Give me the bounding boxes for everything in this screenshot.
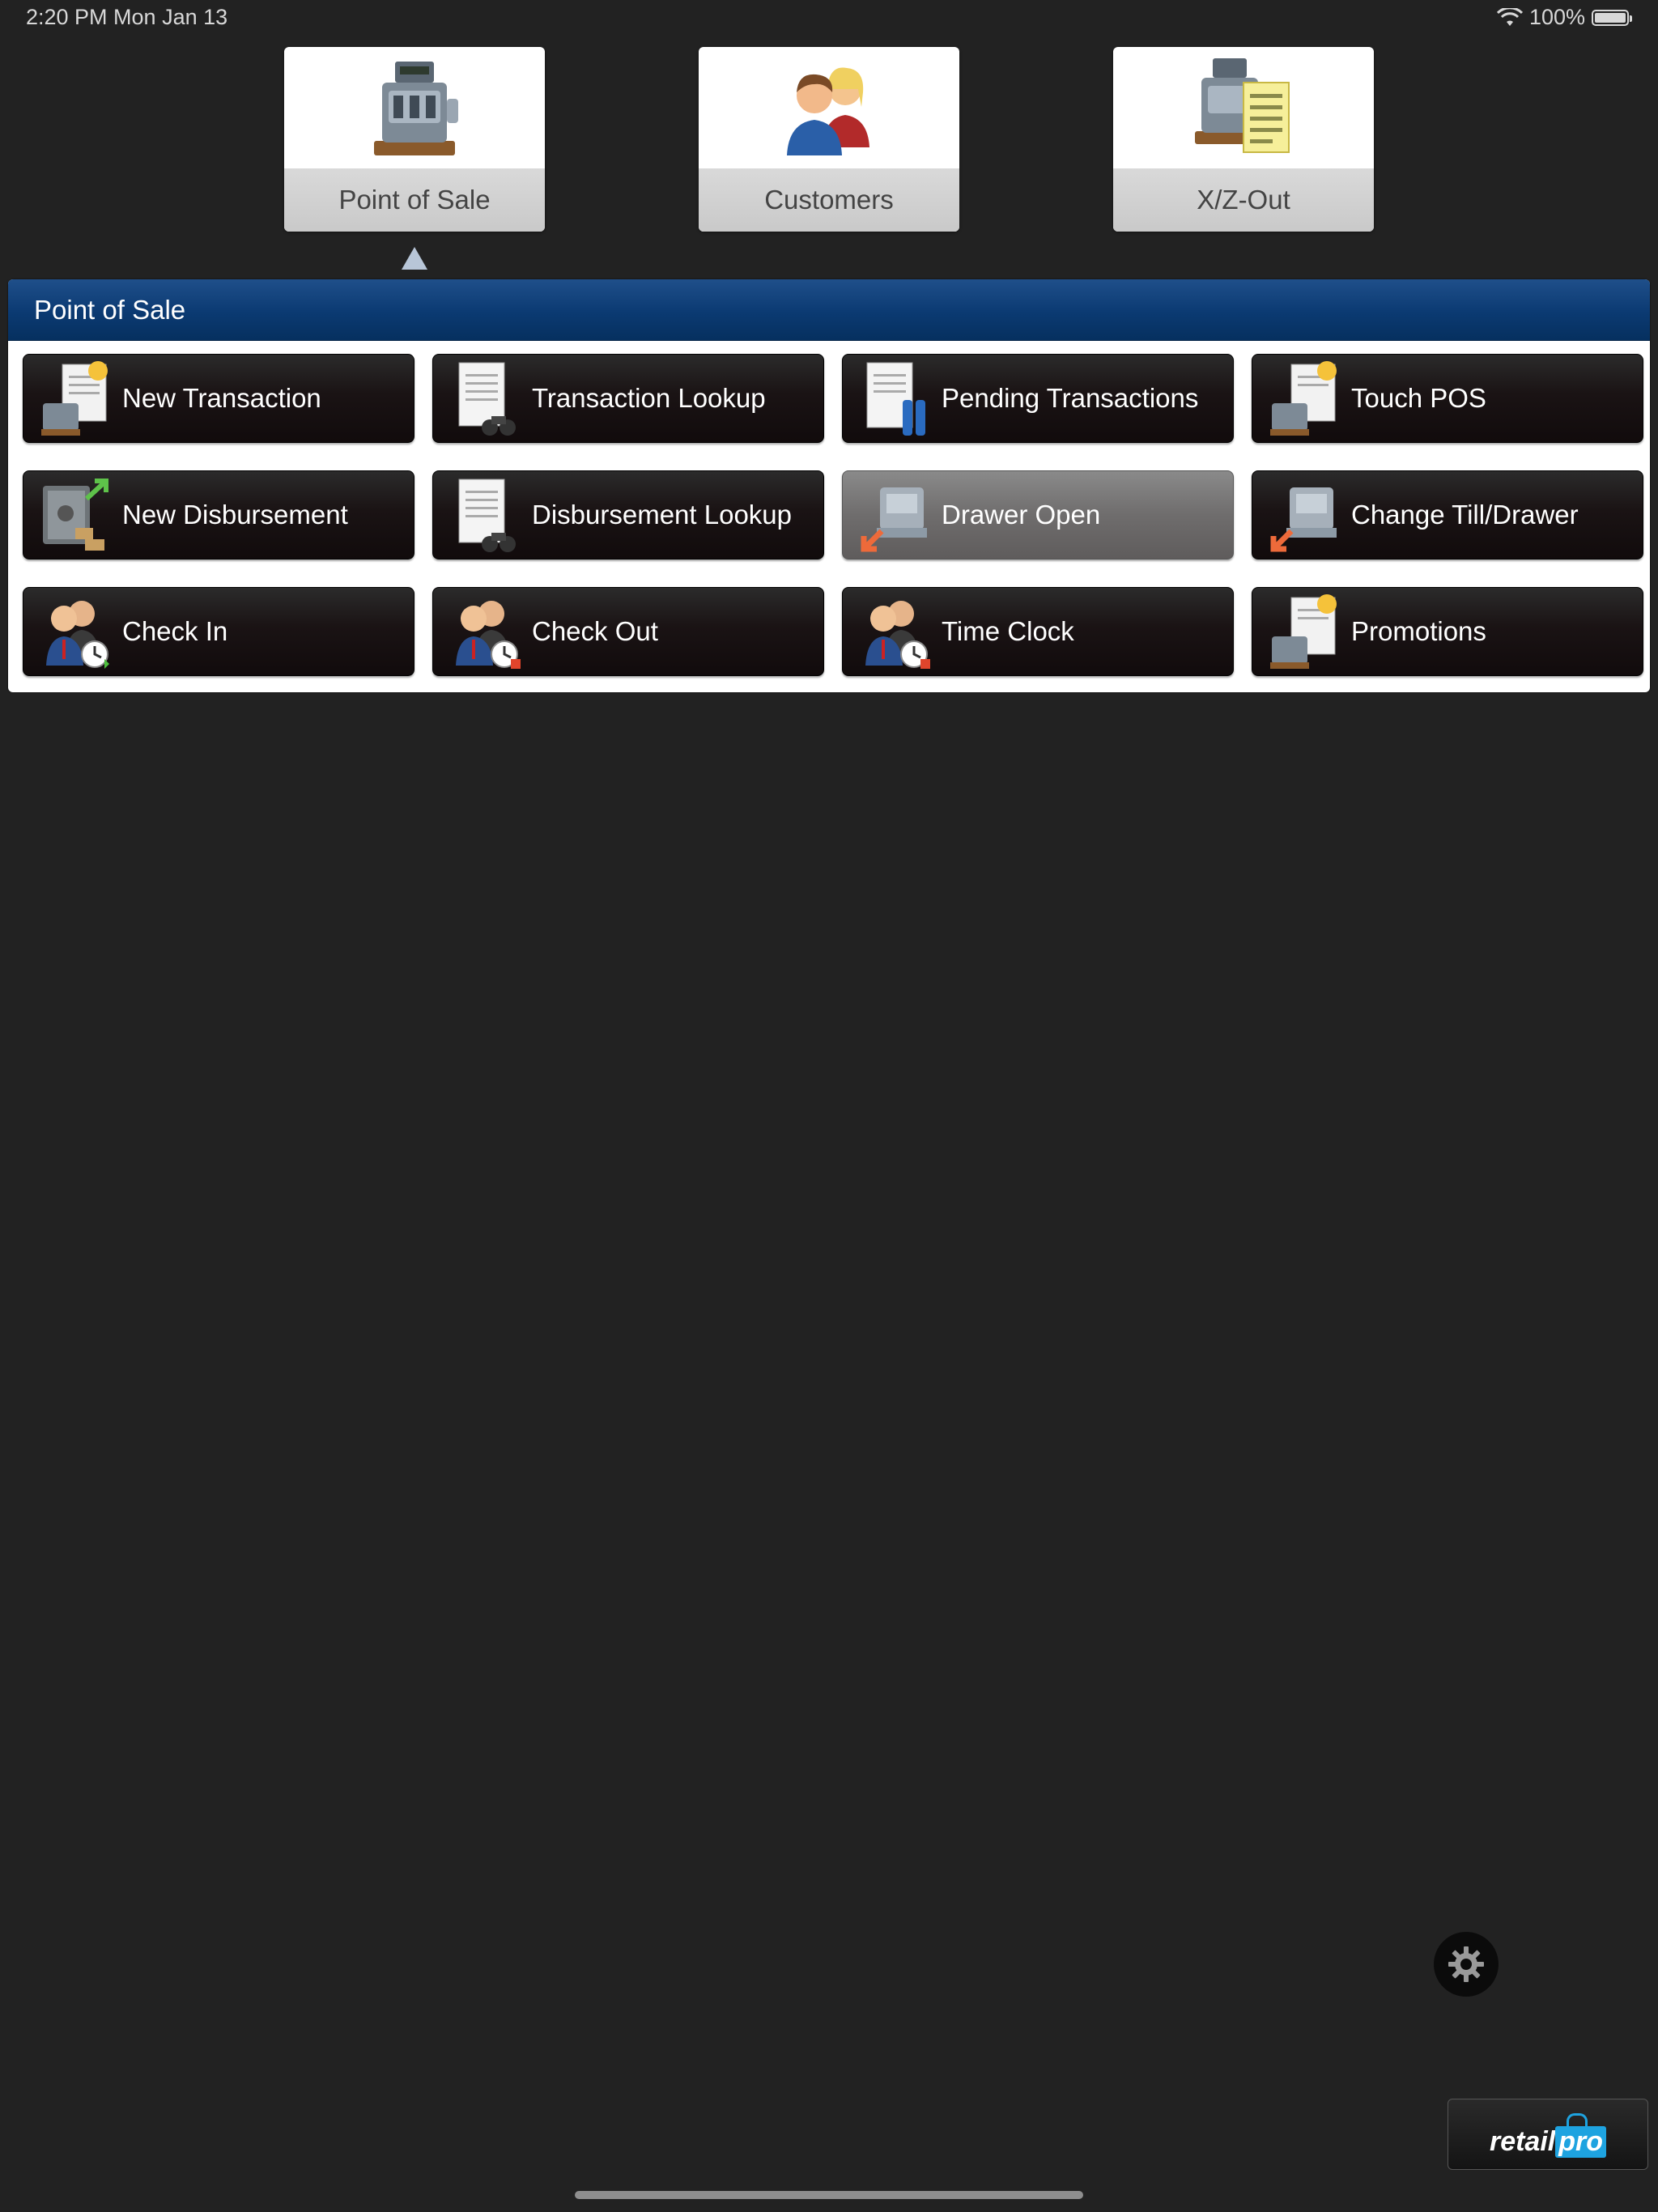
disbursement-lookup-button[interactable]: Disbursement Lookup	[432, 470, 824, 559]
check-in-button[interactable]: Check In	[23, 587, 414, 676]
selected-module-indicator	[402, 247, 427, 270]
button-label: Disbursement Lookup	[532, 500, 793, 530]
promotions-button[interactable]: Promotions	[1252, 587, 1643, 676]
button-label: Touch POS	[1351, 383, 1486, 413]
change-drawer-icon	[1267, 474, 1340, 555]
settings-button[interactable]	[1434, 1932, 1499, 1997]
battery-icon	[1592, 9, 1632, 26]
new-transaction-icon	[38, 358, 111, 439]
status-bar: 2:20 PM Mon Jan 13 100%	[0, 0, 1658, 37]
module-label: Point of Sale	[284, 168, 545, 232]
time-clock-button[interactable]: Time Clock	[842, 587, 1234, 676]
gear-icon	[1448, 1946, 1484, 1982]
module-point-of-sale[interactable]: Point of Sale	[284, 47, 545, 232]
button-label: Change Till/Drawer	[1351, 500, 1579, 530]
drawer-open-icon	[857, 474, 930, 555]
button-label: Time Clock	[942, 616, 1074, 646]
module-label: X/Z-Out	[1113, 168, 1374, 232]
home-indicator[interactable]	[575, 2191, 1083, 2199]
change-till-drawer-button[interactable]: Change Till/Drawer	[1252, 470, 1643, 559]
button-label: Transaction Lookup	[532, 383, 766, 413]
wifi-icon	[1496, 7, 1523, 26]
button-label: Drawer Open	[942, 500, 1101, 530]
check-out-button[interactable]: Check Out	[432, 587, 824, 676]
panel-title: Point of Sale	[8, 279, 1650, 341]
logo-text-pro: pro	[1555, 2113, 1607, 2158]
button-label: Check Out	[532, 616, 658, 646]
promotions-icon	[1267, 591, 1340, 672]
document-binoculars-icon	[448, 358, 521, 439]
module-xz-out[interactable]: X/Z-Out	[1113, 47, 1374, 232]
transaction-lookup-button[interactable]: Transaction Lookup	[432, 354, 824, 443]
module-label: Customers	[699, 168, 959, 232]
button-label: Promotions	[1351, 616, 1486, 646]
new-transaction-button[interactable]: New Transaction	[23, 354, 414, 443]
status-right: 100%	[1496, 5, 1632, 30]
check-out-icon	[448, 591, 521, 672]
point-of-sale-panel: Point of Sale New Transaction Transactio…	[8, 279, 1650, 692]
pending-transactions-button[interactable]: Pending Transactions	[842, 354, 1234, 443]
new-disbursement-button[interactable]: New Disbursement	[23, 470, 414, 559]
module-customers[interactable]: Customers	[699, 47, 959, 232]
button-label: New Disbursement	[122, 500, 348, 530]
time-clock-icon	[857, 591, 930, 672]
cash-register-report-icon	[1113, 47, 1374, 167]
safe-icon	[38, 474, 111, 555]
check-in-icon	[38, 591, 111, 672]
touch-pos-icon	[1267, 358, 1340, 439]
document-binoculars-icon	[448, 474, 521, 555]
pending-document-icon	[857, 358, 930, 439]
button-label: Pending Transactions	[942, 383, 1199, 413]
button-label: New Transaction	[122, 383, 321, 413]
retailpro-logo: retail pro	[1448, 2099, 1648, 2170]
touch-pos-button[interactable]: Touch POS	[1252, 354, 1643, 443]
battery-percent: 100%	[1528, 5, 1585, 29]
status-time: 2:20 PM Mon Jan 13	[26, 5, 228, 29]
customers-icon	[699, 47, 959, 167]
button-label: Check In	[122, 616, 228, 646]
cash-register-icon	[284, 47, 545, 167]
logo-text-retail: retail	[1489, 2126, 1556, 2157]
drawer-open-button[interactable]: Drawer Open	[842, 470, 1234, 559]
